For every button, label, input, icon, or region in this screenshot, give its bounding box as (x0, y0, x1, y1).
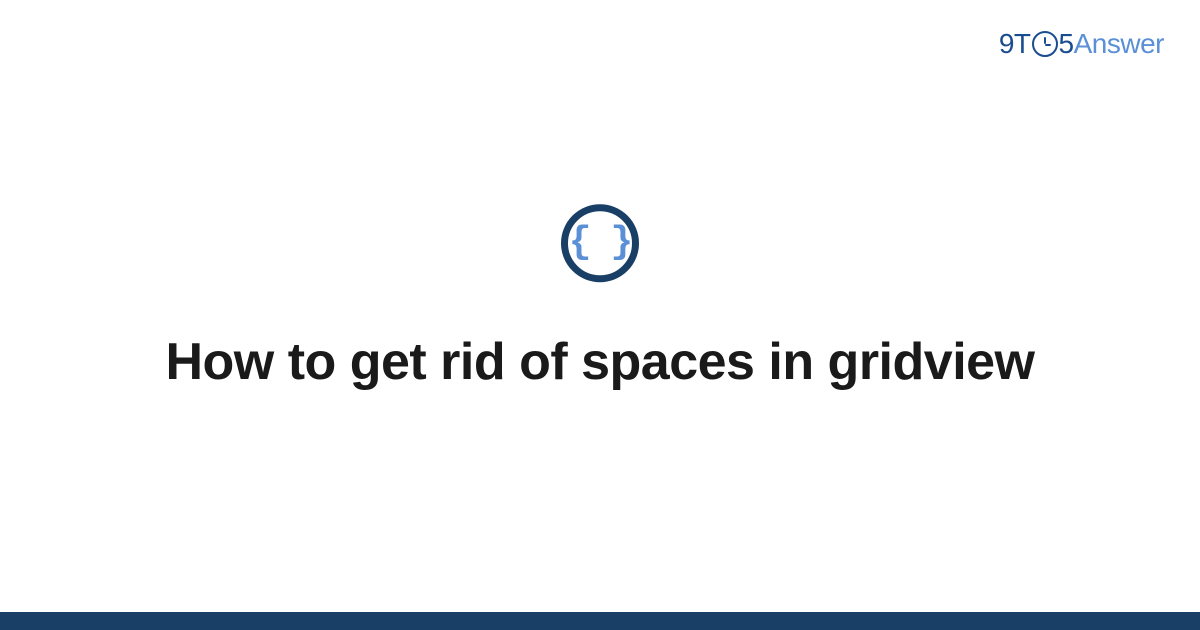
clock-icon (1032, 31, 1058, 57)
code-braces-icon: { } (561, 204, 639, 282)
logo-text-5: 5 (1059, 28, 1074, 60)
logo-text-answer: Answer (1074, 28, 1164, 60)
bottom-accent-bar (0, 612, 1200, 630)
main-content: { } How to get rid of spaces in gridview (0, 204, 1200, 395)
site-logo[interactable]: 9T 5 Answer (999, 28, 1164, 60)
page-title: How to get rid of spaces in gridview (150, 330, 1050, 395)
icon-container: { } (0, 204, 1200, 282)
logo-text-9t: 9T (999, 28, 1031, 60)
braces-glyph: { } (569, 224, 631, 262)
